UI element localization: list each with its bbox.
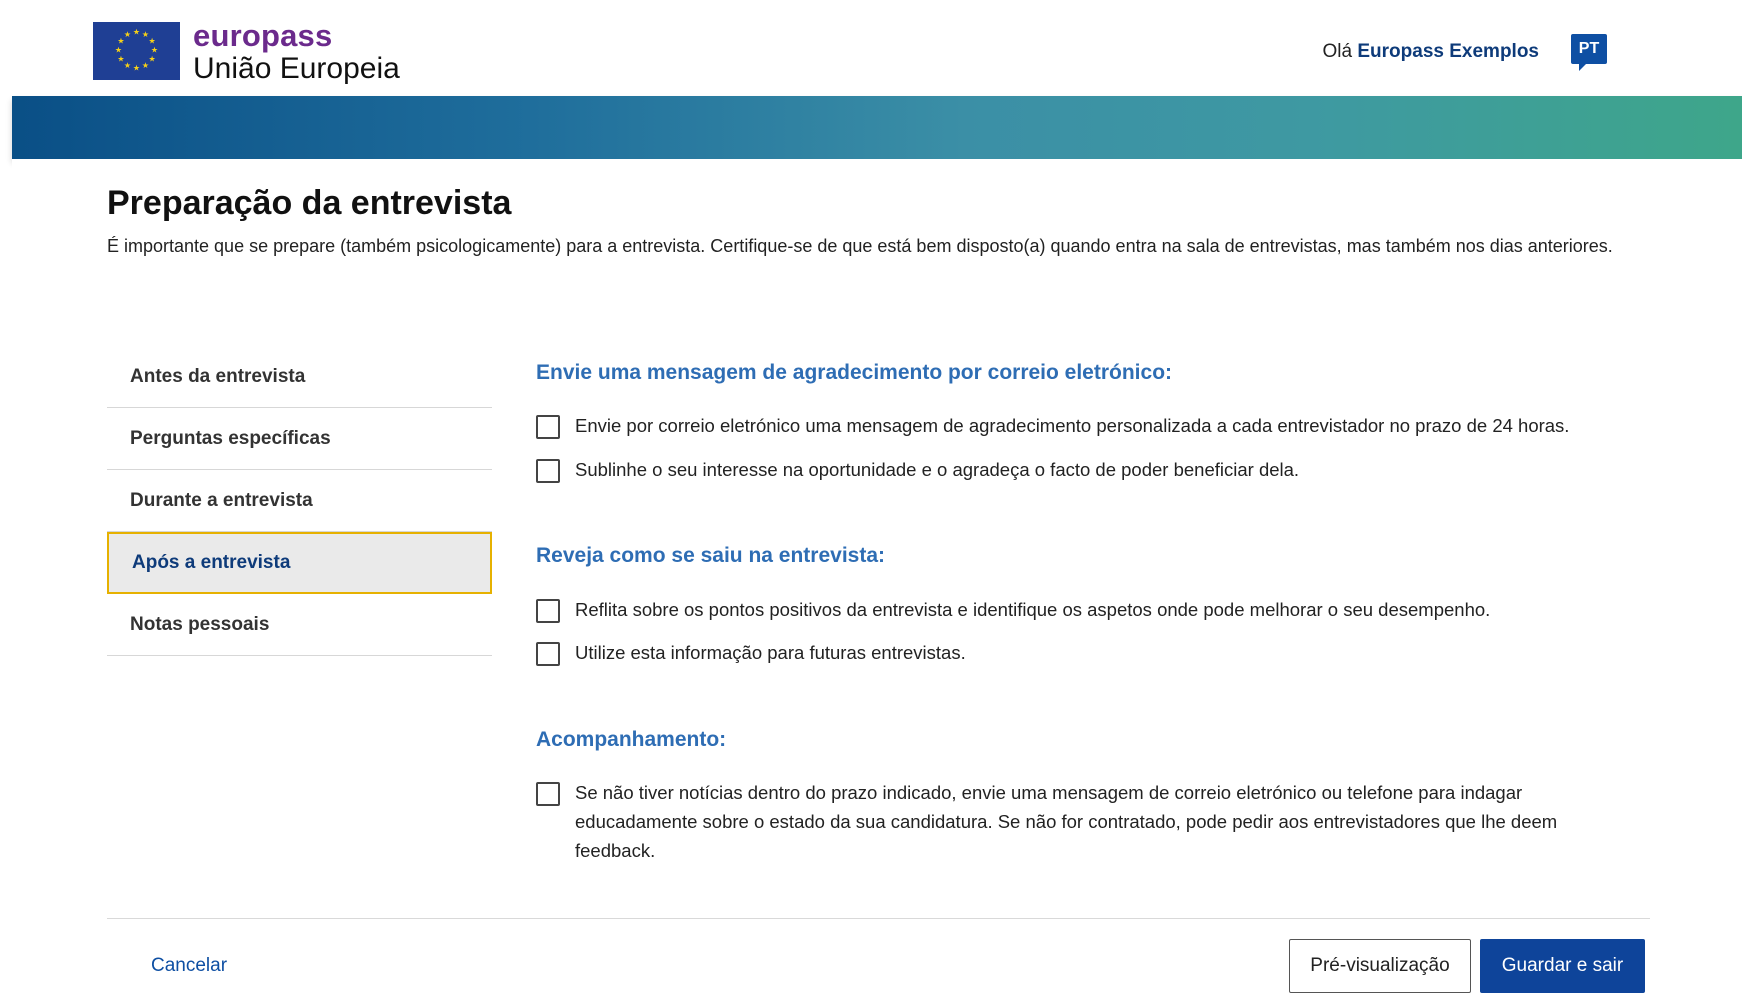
checklist-item-text: Utilize esta informação para futuras ent… <box>575 642 966 663</box>
checkbox[interactable] <box>536 459 560 483</box>
cancel-link[interactable]: Cancelar <box>151 955 227 977</box>
checklist-item-text: Envie por correio eletrónico uma mensage… <box>575 415 1570 436</box>
user-greeting: Olá Europass Exemplos <box>1323 41 1539 63</box>
sidebar-item-antes-da-entrevista[interactable]: Antes da entrevista <box>107 346 492 408</box>
checklist-item[interactable]: Sublinhe o seu interesse na oportunidade… <box>536 458 1299 484</box>
eu-flag-icon: ★ ★ ★ ★ ★ ★ ★ ★ ★ ★ ★ ★ <box>93 22 180 80</box>
checklist-item-text: Sublinhe o seu interesse na oportunidade… <box>575 459 1300 480</box>
checklist-item[interactable]: Reflita sobre os pontos positivos da ent… <box>536 598 1490 624</box>
sidebar-item-durante-a-entrevista[interactable]: Durante a entrevista <box>107 470 492 532</box>
europass-logo[interactable]: ★ ★ ★ ★ ★ ★ ★ ★ ★ ★ ★ ★ europass União E… <box>93 18 400 84</box>
sidebar-item-notas-pessoais[interactable]: Notas pessoais <box>107 594 492 656</box>
page-title: Preparação da entrevista <box>107 184 512 222</box>
svg-text:★: ★ <box>124 30 131 39</box>
checklist-item-text: Reflita sobre os pontos positivos da ent… <box>575 599 1491 620</box>
checkbox[interactable] <box>536 642 560 666</box>
svg-text:★: ★ <box>133 28 140 37</box>
checkbox[interactable] <box>536 415 560 439</box>
user-name-link[interactable]: Europass Exemplos <box>1357 41 1539 62</box>
save-and-exit-button[interactable]: Guardar e sair <box>1480 939 1645 993</box>
svg-text:★: ★ <box>142 61 149 70</box>
greeting-prefix: Olá <box>1322 41 1353 62</box>
checkbox[interactable] <box>536 599 560 623</box>
section-title-thank-you: Envie uma mensagem de agradecimento por … <box>536 361 1173 384</box>
sidebar-item-apos-a-entrevista[interactable]: Após a entrevista <box>107 532 492 594</box>
svg-text:★: ★ <box>124 61 131 70</box>
page-intro: É importante que se prepare (também psic… <box>107 236 1613 256</box>
checklist-item[interactable]: Envie por correio eletrónico uma mensage… <box>536 414 1569 440</box>
section-title-follow-up: Acompanhamento: <box>536 728 727 751</box>
section-title-review: Reveja como se saiu na entrevista: <box>536 544 885 567</box>
preview-button[interactable]: Pré-visualização <box>1289 939 1471 993</box>
sidebar-item-perguntas-especificas[interactable]: Perguntas específicas <box>107 408 492 470</box>
svg-text:★: ★ <box>115 46 122 55</box>
svg-text:★: ★ <box>149 55 156 64</box>
checklist-item-text: Se não tiver notícias dentro do prazo in… <box>575 782 1558 861</box>
logo-brand-text: europass <box>193 18 333 53</box>
footer-divider <box>107 918 1650 919</box>
svg-text:★: ★ <box>149 37 156 46</box>
svg-text:★: ★ <box>133 64 140 73</box>
checkbox[interactable] <box>536 782 560 806</box>
svg-text:★: ★ <box>151 46 158 55</box>
logo-sub-text: União Europeia <box>193 52 400 85</box>
checklist-item[interactable]: Utilize esta informação para futuras ent… <box>536 641 966 667</box>
page: ★ ★ ★ ★ ★ ★ ★ ★ ★ ★ ★ ★ europass União E… <box>0 0 1742 1002</box>
sidebar-nav: Antes da entrevista Perguntas específica… <box>107 346 492 656</box>
language-selector-button[interactable]: PT <box>1571 34 1607 71</box>
checklist-item[interactable]: Se não tiver notícias dentro do prazo in… <box>536 781 1621 865</box>
header-banner <box>12 96 1742 159</box>
svg-text:★: ★ <box>117 55 124 64</box>
